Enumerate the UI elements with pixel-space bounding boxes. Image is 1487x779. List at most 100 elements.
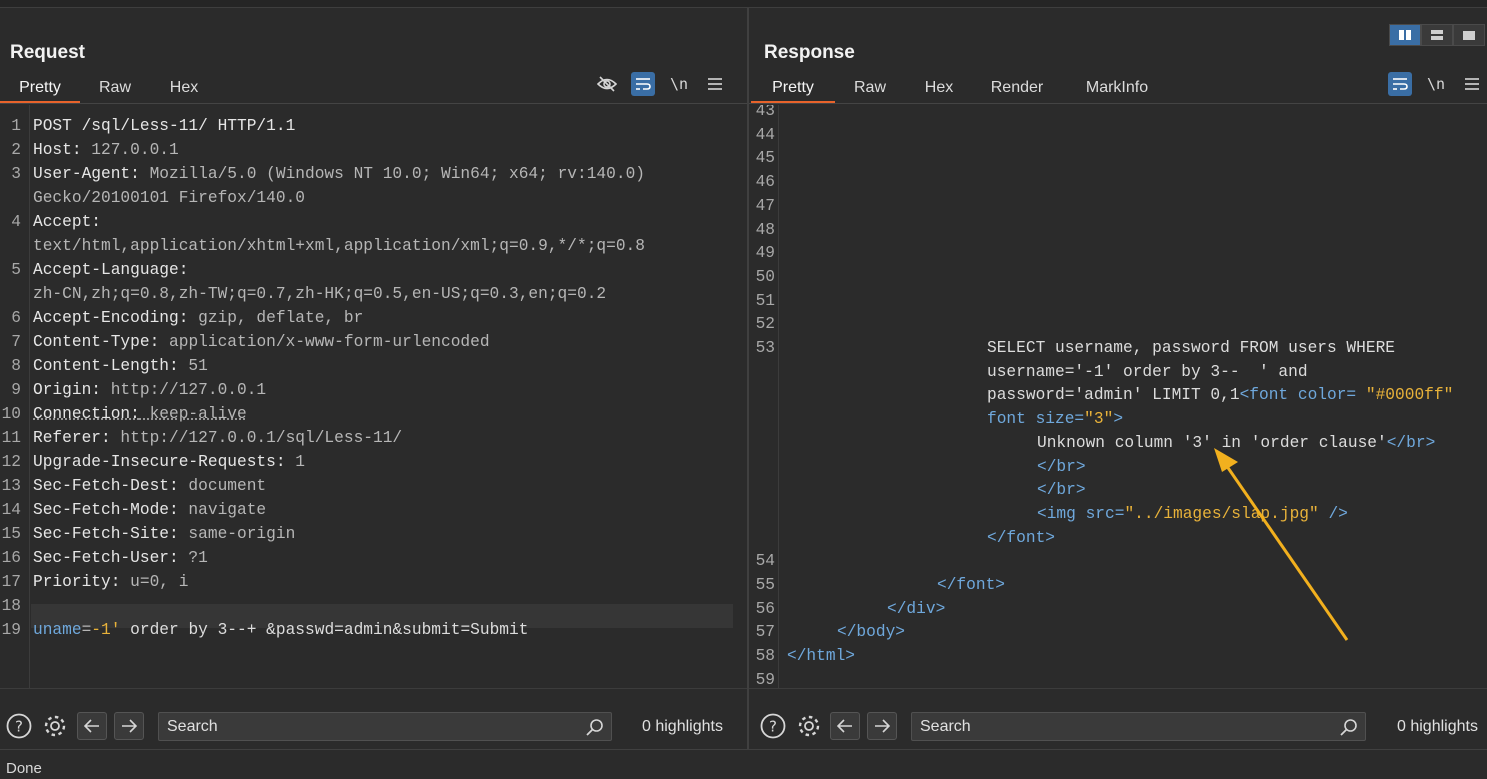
header-value: 127.0.0.1: [81, 141, 179, 159]
response-footer: ? Search 0 highlights: [749, 688, 1487, 749]
newline-toggle[interactable]: \n: [1424, 72, 1448, 96]
header-line: Connection: keep-alive: [33, 402, 247, 426]
code-token: font size=: [987, 410, 1085, 429]
top-strip: [0, 0, 1487, 8]
line-number: 51: [755, 291, 775, 310]
settings-gear-icon[interactable]: [795, 712, 823, 740]
header-line: Content-Type: application/x-www-form-url…: [33, 330, 490, 354]
svg-text:?: ?: [15, 718, 23, 736]
search-input[interactable]: Search: [911, 712, 1366, 741]
line-number: 50: [755, 267, 775, 286]
tab-hex[interactable]: Hex: [150, 74, 218, 104]
code-token: SELECT username, password FROM users WHE…: [987, 339, 1395, 357]
response-code-line: <img src="../images/slap.jpg" />: [1037, 502, 1348, 526]
menu-icon[interactable]: [1460, 72, 1484, 96]
header-line: zh-CN,zh;q=0.8,zh-TW;q=0.7,zh-HK;q=0.5,e…: [33, 282, 606, 306]
header-value: document: [178, 477, 267, 495]
line-number: 8: [11, 357, 21, 375]
header-value: application/x-www-form-urlencoded: [159, 333, 490, 351]
request-tabs: Pretty Raw Hex: [0, 74, 218, 104]
code-token: >: [1113, 410, 1124, 429]
header-name: Sec-Fetch-Dest:: [33, 477, 179, 495]
word-wrap-icon[interactable]: [631, 72, 655, 96]
help-icon[interactable]: ?: [5, 712, 33, 740]
response-code-line: font size="3">: [987, 407, 1123, 431]
tab-raw[interactable]: Raw: [80, 74, 150, 104]
line-number: 55: [755, 576, 775, 594]
line-number: 9: [11, 381, 21, 399]
header-line: Sec-Fetch-Dest: document: [33, 474, 266, 498]
side-by-side-layout-icon[interactable]: [1389, 24, 1421, 46]
previous-arrow-icon[interactable]: [77, 712, 107, 740]
header-name: Accept-Encoding:: [33, 309, 189, 327]
code-token: </br>: [1037, 457, 1086, 476]
response-code-line: </body>: [837, 623, 905, 642]
header-line: text/html,application/xhtml+xml,applicat…: [33, 234, 645, 258]
tab-markinfo[interactable]: MarkInfo: [1061, 74, 1173, 104]
response-code-line: password='admin' LIMIT 0,1<font color= "…: [987, 383, 1453, 407]
line-number: 6: [11, 309, 21, 327]
line-number: 48: [755, 220, 775, 239]
header-line: Sec-Fetch-Site: same-origin: [33, 522, 295, 546]
body-equals: =: [81, 621, 92, 639]
header-line: Content-Length: 51: [33, 354, 208, 378]
header-name: Connection:: [33, 405, 140, 423]
body-param-value: -1': [91, 621, 121, 639]
tabbed-layout-icon[interactable]: [1453, 24, 1485, 46]
request-editor[interactable]: 1 POST /sql/Less-11/ HTTP/1.1 2 Host: 127.0…: [0, 105, 747, 688]
line-number: 52: [755, 315, 775, 334]
next-arrow-icon[interactable]: [867, 712, 897, 740]
header-value: Mozilla/5.0 (Windows NT 10.0; Win64; x64…: [139, 165, 645, 183]
header-name: User-Agent:: [33, 165, 140, 183]
stacked-layout-icon[interactable]: [1421, 24, 1453, 46]
line-number: 3: [11, 165, 21, 183]
response-code-line: </html>: [787, 647, 855, 666]
request-pane: Request Pretty Raw Hex \n 1 POST /sql/Les…: [0, 8, 747, 749]
response-tabs: Pretty Raw Hex Render MarkInfo: [749, 74, 1173, 104]
tab-pretty[interactable]: Pretty: [751, 74, 835, 104]
response-code-line: username='-1' order by 3-- ' and: [987, 360, 1308, 384]
line-number: 14: [1, 501, 21, 519]
response-title: Response: [764, 42, 855, 63]
next-arrow-icon[interactable]: [114, 712, 144, 740]
code-token: "#0000ff": [1365, 386, 1454, 405]
request-footer: ? Search 0 highlights: [0, 688, 747, 749]
line-number: 49: [755, 244, 775, 263]
line-number: 16: [1, 549, 21, 567]
line-number: 1: [11, 117, 21, 135]
previous-arrow-icon[interactable]: [830, 712, 860, 740]
header-line: POST /sql/Less-11/ HTTP/1.1: [33, 114, 295, 138]
word-wrap-icon[interactable]: [1388, 72, 1412, 96]
code-token: />: [1318, 504, 1348, 523]
help-icon[interactable]: ?: [759, 712, 787, 740]
header-value: text/html,application/xhtml+xml,applicat…: [33, 237, 645, 255]
search-input[interactable]: Search: [158, 712, 612, 741]
header-name: Content-Type:: [33, 333, 160, 351]
line-number: 2: [11, 141, 21, 159]
hide-eye-icon[interactable]: [595, 72, 619, 96]
tab-pretty[interactable]: Pretty: [0, 74, 80, 104]
tab-hex[interactable]: Hex: [905, 74, 973, 104]
line-number: 45: [755, 149, 775, 168]
line-number: 17: [1, 573, 21, 591]
line-number: 19: [1, 621, 21, 639]
header-line: Host: 127.0.0.1: [33, 138, 179, 162]
tab-render[interactable]: Render: [973, 74, 1061, 104]
tab-raw[interactable]: Raw: [835, 74, 905, 104]
header-name: Sec-Fetch-User:: [33, 549, 179, 567]
menu-icon[interactable]: [703, 72, 727, 96]
code-token: "3": [1084, 410, 1114, 429]
header-line: Priority: u=0, i: [33, 570, 188, 594]
newline-toggle[interactable]: \n: [667, 72, 691, 96]
line-number: 57: [755, 623, 775, 642]
header-line: Upgrade-Insecure-Requests: 1: [33, 450, 305, 474]
response-code-line: </font>: [987, 526, 1055, 550]
header-line: Accept-Encoding: gzip, deflate, br: [33, 306, 363, 330]
svg-text:?: ?: [769, 718, 777, 736]
header-name: Upgrade-Insecure-Requests:: [33, 453, 286, 471]
settings-gear-icon[interactable]: [41, 712, 69, 740]
search-placeholder: Search: [920, 718, 971, 735]
response-editor[interactable]: 43 44 45 46 47 48 49 50 51 52 53 SELECT username, p…: [749, 105, 1487, 688]
body-param-name: uname: [33, 621, 82, 639]
response-code-line: </font>: [937, 576, 1005, 594]
